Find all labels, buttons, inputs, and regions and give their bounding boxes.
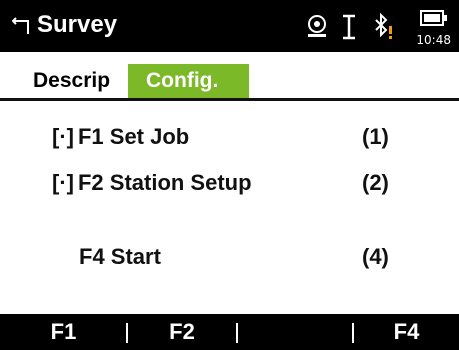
menu-item-key: (1)	[362, 124, 389, 149]
back-arrow-icon[interactable]	[12, 14, 34, 36]
f4-button[interactable]: F4	[354, 314, 459, 350]
menu-item-start[interactable]: F4 Start (4)	[52, 242, 412, 272]
menu-item-key: (4)	[362, 244, 389, 269]
menu-item-label: [·] F1 Set Job	[52, 124, 189, 150]
menu-item-label: F4 Start	[79, 244, 161, 270]
f3-button[interactable]	[237, 314, 353, 350]
bluetooth-warning-icon[interactable]	[373, 12, 395, 42]
menu-item-label: [·] F2 Station Setup	[52, 170, 252, 196]
menu-item-set-job[interactable]: [·] F1 Set Job (1)	[52, 122, 412, 152]
menu-item-key: (2)	[362, 170, 389, 195]
f1-button[interactable]: F1	[0, 314, 127, 350]
screen: Survey 10:48 Descrip Config. [·] F1 Set …	[0, 0, 459, 350]
title-bar: Survey 10:48	[0, 0, 459, 52]
menu-item-station-setup[interactable]: [·] F2 Station Setup (2)	[52, 168, 412, 198]
app-title: Survey	[37, 11, 118, 38]
menu-item-marker: [·]	[52, 170, 74, 195]
tab-descrip[interactable]: Descrip	[19, 64, 125, 98]
clock-time: 10:48	[416, 33, 451, 47]
target-icon[interactable]	[305, 14, 331, 40]
tab-bar: Descrip Config.	[0, 52, 459, 98]
function-key-bar: F1 F2 F4	[0, 314, 459, 350]
battery-icon[interactable]	[419, 9, 449, 29]
ibeam-icon[interactable]	[340, 14, 358, 40]
menu-item-marker: [·]	[52, 124, 74, 149]
menu-item-text: F2 Station Setup	[77, 170, 252, 195]
menu-item-text: F4 Start	[79, 244, 161, 269]
menu-item-text: F1 Set Job	[77, 124, 190, 149]
tab-underline	[0, 98, 459, 101]
f2-button[interactable]: F2	[128, 314, 236, 350]
tab-config[interactable]: Config.	[128, 64, 249, 98]
